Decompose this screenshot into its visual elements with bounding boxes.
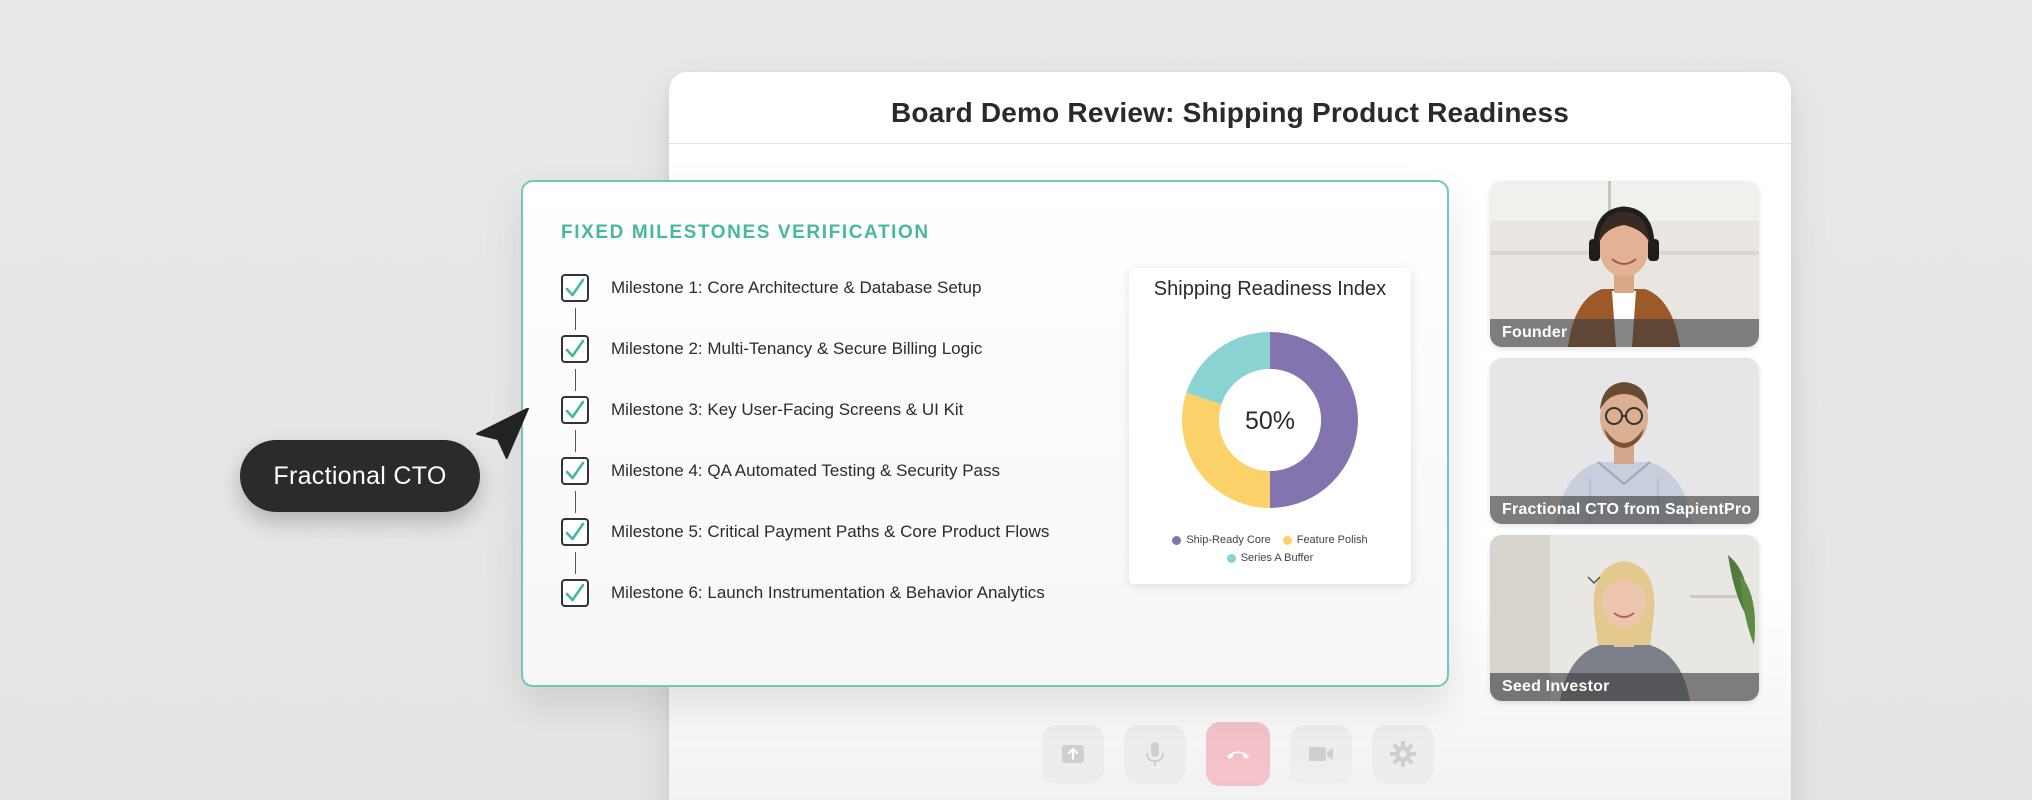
camera-button[interactable] bbox=[1290, 725, 1352, 783]
participant-tiles: Founder Fractional CTO from SapientPro S… bbox=[1490, 181, 1759, 712]
checkmark-icon bbox=[565, 461, 585, 480]
milestone-checklist: Milestone 1: Core Architecture & Databas… bbox=[561, 274, 1049, 640]
milestone-connector bbox=[575, 552, 576, 574]
stage: Board Demo Review: Shipping Product Read… bbox=[0, 0, 2032, 800]
checkmark-icon bbox=[565, 583, 585, 602]
milestone-checkbox[interactable] bbox=[561, 335, 589, 363]
chart-legend: Ship-Ready Core Feature Polish Series A Bu… bbox=[1129, 534, 1411, 564]
participant-tile-fractional-cto[interactable]: Fractional CTO from SapientPro bbox=[1490, 358, 1759, 524]
legend-swatch bbox=[1282, 535, 1292, 545]
milestone-checkbox[interactable] bbox=[561, 579, 589, 607]
milestone-label: Milestone 6: Launch Instrumentation & Be… bbox=[611, 583, 1045, 602]
milestone-label: Milestone 4: QA Automated Testing & Secu… bbox=[611, 461, 1000, 480]
participant-tile-seed-investor[interactable]: Seed Investor bbox=[1490, 535, 1759, 701]
milestone-checkbox[interactable] bbox=[561, 457, 589, 485]
pointer-cursor-icon bbox=[476, 408, 529, 459]
legend-label: Series A Buffer bbox=[1240, 552, 1314, 564]
legend-swatch bbox=[1172, 535, 1182, 545]
legend-label: Ship-Ready Core bbox=[1186, 534, 1271, 546]
microphone-icon bbox=[1146, 742, 1164, 766]
milestone-connector bbox=[575, 308, 576, 330]
share-screen-button[interactable] bbox=[1042, 725, 1104, 783]
milestone-item: Milestone 6: Launch Instrumentation & Be… bbox=[561, 579, 1049, 640]
participant-tile-founder[interactable]: Founder bbox=[1490, 181, 1759, 347]
milestone-label: Milestone 5: Critical Payment Paths & Co… bbox=[611, 522, 1050, 541]
milestone-connector bbox=[575, 491, 576, 513]
milestone-label: Milestone 3: Key User-Facing Screens & U… bbox=[611, 400, 964, 419]
video-camera-icon bbox=[1309, 747, 1333, 761]
milestone-connector bbox=[575, 369, 576, 391]
gear-icon bbox=[1390, 741, 1416, 767]
readiness-chart-card: Shipping Readiness Index 50% Ship-Ready … bbox=[1129, 268, 1411, 584]
milestone-checkbox[interactable] bbox=[561, 274, 589, 302]
participant-name: Seed Investor bbox=[1502, 678, 1610, 695]
milestone-item: Milestone 2: Multi-Tenancy & Secure Bill… bbox=[561, 335, 1049, 396]
participant-name-bar: Fractional CTO from SapientPro bbox=[1490, 496, 1759, 524]
milestone-checkbox[interactable] bbox=[561, 396, 589, 424]
pointer-label: Fractional CTO bbox=[273, 461, 447, 490]
legend-label: Feature Polish bbox=[1296, 534, 1368, 546]
microphone-button[interactable] bbox=[1124, 725, 1186, 783]
checkmark-icon bbox=[565, 522, 585, 541]
legend-item: Feature Polish bbox=[1282, 534, 1368, 546]
milestone-item: Milestone 5: Critical Payment Paths & Co… bbox=[561, 518, 1049, 579]
checkmark-icon bbox=[565, 400, 585, 419]
shared-slide: FIXED MILESTONES VERIFICATION Milestone … bbox=[521, 180, 1449, 687]
readiness-donut-chart: 50% bbox=[1182, 332, 1358, 508]
slide-heading: FIXED MILESTONES VERIFICATION bbox=[561, 222, 930, 243]
participant-name-bar: Founder bbox=[1490, 319, 1759, 347]
checkmark-icon bbox=[565, 339, 585, 358]
legend-swatch bbox=[1226, 553, 1236, 563]
participant-name: Fractional CTO from SapientPro bbox=[1502, 501, 1752, 518]
share-screen-icon bbox=[1062, 745, 1084, 763]
milestone-item: Milestone 3: Key User-Facing Screens & U… bbox=[561, 396, 1049, 457]
call-header: Board Demo Review: Shipping Product Read… bbox=[669, 72, 1791, 144]
call-controls bbox=[1042, 722, 1434, 786]
milestone-label: Milestone 1: Core Architecture & Databas… bbox=[611, 278, 982, 297]
call-title: Board Demo Review: Shipping Product Read… bbox=[890, 96, 1569, 128]
hang-up-icon bbox=[1227, 751, 1249, 759]
milestone-label: Milestone 2: Multi-Tenancy & Secure Bill… bbox=[611, 339, 983, 358]
checkmark-icon bbox=[565, 278, 585, 297]
chart-title: Shipping Readiness Index bbox=[1153, 278, 1387, 300]
participant-name: Founder bbox=[1502, 324, 1568, 341]
milestone-connector bbox=[575, 430, 576, 452]
pointer-label-pill: Fractional CTO bbox=[240, 440, 480, 512]
legend-item: Ship-Ready Core bbox=[1172, 534, 1271, 546]
milestone-item: Milestone 1: Core Architecture & Databas… bbox=[561, 274, 1049, 335]
legend-item: Series A Buffer bbox=[1226, 552, 1314, 564]
end-call-button[interactable] bbox=[1206, 722, 1270, 786]
milestone-item: Milestone 4: QA Automated Testing & Secu… bbox=[561, 457, 1049, 518]
milestone-checkbox[interactable] bbox=[561, 518, 589, 546]
donut-center-label: 50% bbox=[1245, 407, 1295, 435]
participant-name-bar: Seed Investor bbox=[1490, 673, 1759, 701]
settings-button[interactable] bbox=[1372, 725, 1434, 783]
